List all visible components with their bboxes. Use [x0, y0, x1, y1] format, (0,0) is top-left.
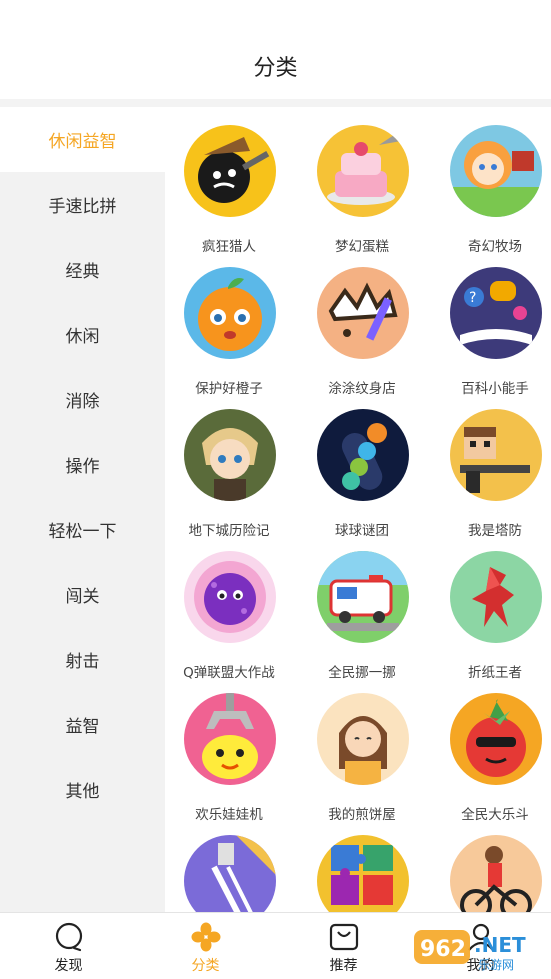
sidebar-item-casual[interactable]: 休闲 [0, 302, 165, 367]
category-icon [191, 922, 221, 952]
game-tile[interactable] [431, 817, 551, 912]
sidebar-item-casual-puzzle[interactable]: 休闲益智 [0, 107, 165, 172]
category-sidebar: 休闲益智 手速比拼 经典 休闲 消除 操作 轻松一下 闯关 射击 益智 其他 [0, 107, 165, 912]
game-tile[interactable] [298, 817, 426, 912]
game-tile[interactable]: ? 百科小能手 [431, 249, 551, 397]
sidebar-item-levels[interactable]: 闯关 [0, 562, 165, 627]
tower-defense-game-icon[interactable] [450, 409, 542, 501]
game-tile[interactable]: 涂涂纹身店 [298, 249, 426, 397]
tab-category[interactable]: 分类 [137, 913, 274, 979]
sidebar-item-other[interactable]: 其他 [0, 757, 165, 822]
sidebar-item-classic[interactable]: 经典 [0, 237, 165, 302]
encyclopedia-game-icon[interactable]: ? [450, 267, 542, 359]
puzzle-game-icon[interactable] [317, 835, 409, 912]
sidebar-item-relax[interactable]: 轻松一下 [0, 497, 165, 562]
svg-text:?: ? [469, 290, 476, 306]
game-tile[interactable]: 球球谜团 [298, 391, 426, 539]
tab-recommend[interactable]: 推荐 [275, 913, 412, 979]
pancake-game-icon[interactable] [317, 693, 409, 785]
sidebar-item-match[interactable]: 消除 [0, 367, 165, 432]
game-tile[interactable] [165, 817, 293, 912]
site-watermark-logo: 962 .NET 乐游网 [412, 924, 547, 972]
game-tile[interactable]: 全民大乐斗 [431, 675, 551, 823]
tattoo-game-icon[interactable] [317, 267, 409, 359]
top-header: 分类 [0, 0, 551, 100]
game-tile[interactable]: 欢乐娃娃机 [165, 675, 293, 823]
dungeon-game-icon[interactable] [184, 409, 276, 501]
claw-machine-game-icon[interactable] [184, 693, 276, 785]
svg-text:乐游网: 乐游网 [478, 958, 514, 972]
header-divider [0, 99, 551, 107]
svg-text:.NET: .NET [474, 933, 526, 957]
game-tile[interactable]: 梦幻蛋糕 [298, 107, 426, 255]
bike-game-icon[interactable] [450, 835, 542, 912]
tab-label: 分类 [191, 958, 220, 974]
ball-sort-game-icon[interactable] [317, 409, 409, 501]
game-tile[interactable]: 折纸王者 [431, 533, 551, 681]
cake-game-icon[interactable] [317, 125, 409, 217]
sidebar-item-shooting[interactable]: 射击 [0, 627, 165, 692]
game-tile[interactable]: 我是塔防 [431, 391, 551, 539]
shower-game-icon[interactable] [184, 835, 276, 912]
page-title: 分类 [253, 56, 298, 81]
sidebar-item-speed[interactable]: 手速比拼 [0, 172, 165, 237]
game-tile[interactable]: 保护好橙子 [165, 249, 293, 397]
game-tile[interactable]: 地下城历险记 [165, 391, 293, 539]
fight-game-icon[interactable] [450, 693, 542, 785]
game-tile[interactable]: 疯狂猎人 [165, 107, 293, 255]
orange-game-icon[interactable] [184, 267, 276, 359]
hunter-game-icon[interactable] [184, 125, 276, 217]
game-tile[interactable]: 我的煎饼屋 [298, 675, 426, 823]
game-tile[interactable]: 奇幻牧场 [431, 107, 551, 255]
recommend-bag-icon [329, 922, 359, 952]
discover-icon [54, 922, 84, 952]
svg-text:962: 962 [420, 937, 466, 962]
tab-label: 推荐 [329, 958, 358, 974]
tab-label: 发现 [54, 958, 83, 974]
sidebar-item-puzzle[interactable]: 益智 [0, 692, 165, 757]
origami-game-icon[interactable] [450, 551, 542, 643]
tab-discover[interactable]: 发现 [0, 913, 137, 979]
game-tile[interactable]: Q弹联盟大作战 [165, 533, 293, 681]
sidebar-item-action[interactable]: 操作 [0, 432, 165, 497]
bouncy-game-icon[interactable] [184, 551, 276, 643]
game-tile[interactable]: 全民挪一挪 [298, 533, 426, 681]
ranch-game-icon[interactable] [450, 125, 542, 217]
ambulance-game-icon[interactable] [317, 551, 409, 643]
game-grid: 疯狂猎人 梦幻蛋糕 奇幻牧场 保护好橙子 涂涂纹身店 ? 百科小能手 地下城历险… [165, 107, 551, 912]
